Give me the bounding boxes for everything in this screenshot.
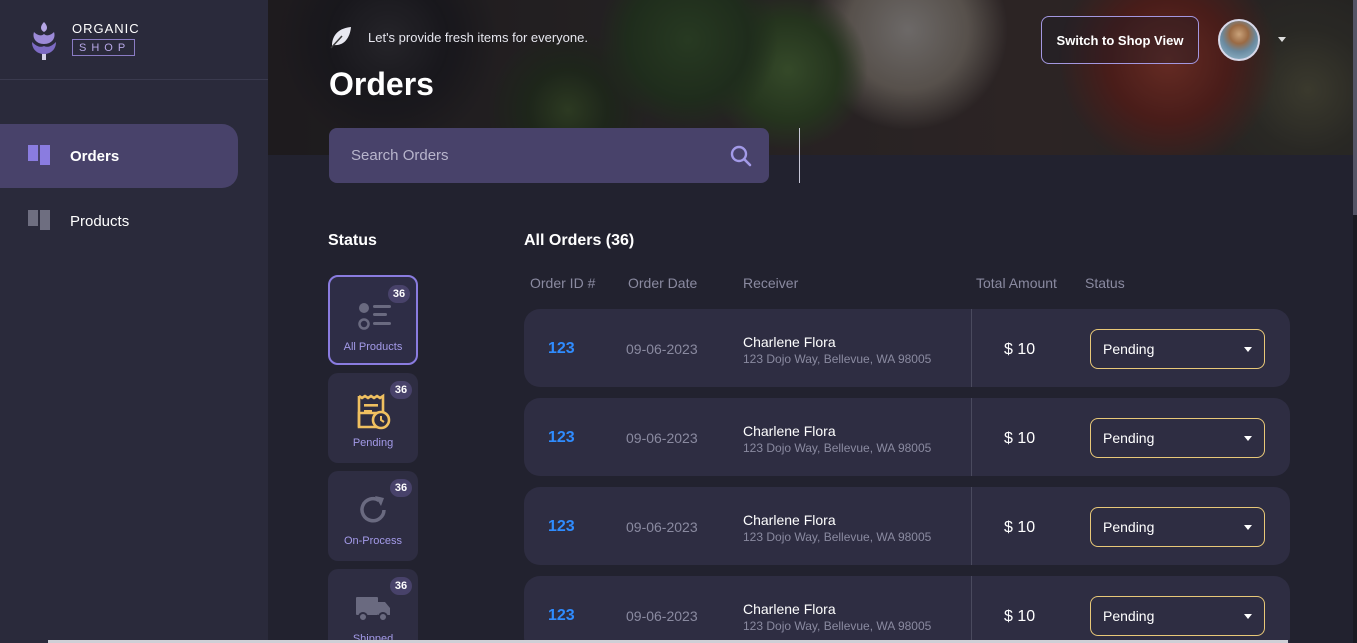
refresh-icon xyxy=(360,496,386,523)
dashboard-grid-icon xyxy=(28,145,50,167)
status-card-pending[interactable]: 36 Pending xyxy=(328,373,418,463)
tagline-text: Let's provide fresh items for everyone. xyxy=(368,29,588,45)
order-row[interactable]: 123 09-06-2023 Charlene Flora 123 Dojo W… xyxy=(524,309,1290,387)
switch-to-shop-view-button[interactable]: Switch to Shop View xyxy=(1041,16,1199,64)
count-badge: 36 xyxy=(390,479,412,497)
order-row[interactable]: 123 09-06-2023 Charlene Flora 123 Dojo W… xyxy=(524,576,1290,643)
list-icon xyxy=(358,303,391,330)
status-dropdown[interactable]: Pending xyxy=(1090,418,1265,458)
count-badge: 36 xyxy=(390,381,412,399)
search-input[interactable] xyxy=(351,147,711,164)
column-header-status: Status xyxy=(1085,275,1125,291)
sidebar-item-label: Orders xyxy=(70,147,120,165)
tagline: Let's provide fresh items for everyone. xyxy=(328,24,588,50)
dashboard-grid-icon xyxy=(28,210,50,232)
order-id-link[interactable]: 123 xyxy=(548,429,575,447)
sidebar-item-orders[interactable]: Orders xyxy=(0,124,238,188)
order-date: 09-06-2023 xyxy=(626,519,698,535)
order-id-link[interactable]: 123 xyxy=(548,518,575,536)
receipt-clock-icon xyxy=(357,393,391,430)
caret-down-icon xyxy=(1244,347,1252,352)
receiver-address: 123 Dojo Way, Bellevue, WA 98005 xyxy=(743,441,932,455)
total-amount: $ 10 xyxy=(1004,341,1036,358)
status-dropdown-value: Pending xyxy=(1103,341,1155,357)
scrollbar-thumb[interactable] xyxy=(1353,0,1357,215)
status-dropdown-value: Pending xyxy=(1103,430,1155,446)
chevron-down-icon[interactable] xyxy=(1278,37,1286,42)
order-date: 09-06-2023 xyxy=(626,608,698,624)
status-dropdown[interactable]: Pending xyxy=(1090,329,1265,369)
order-date: 09-06-2023 xyxy=(626,341,698,357)
total-amount: $ 10 xyxy=(1004,608,1036,625)
row-divider xyxy=(971,398,972,476)
status-heading: Status xyxy=(328,232,377,249)
brand-logo[interactable]: ORGANIC SHOP xyxy=(28,18,140,62)
sidebar: ORGANIC SHOP Orders Products xyxy=(0,0,268,643)
caret-down-icon xyxy=(1244,614,1252,619)
total-amount: $ 10 xyxy=(1004,519,1036,536)
receiver-address: 123 Dojo Way, Bellevue, WA 98005 xyxy=(743,530,932,544)
receiver-name: Charlene Flora xyxy=(743,423,836,439)
status-card-all-products[interactable]: 36 All Products xyxy=(328,275,418,365)
status-card-label: On-Process xyxy=(343,535,403,547)
row-divider xyxy=(971,309,972,387)
sidebar-item-label: Products xyxy=(70,212,130,230)
row-divider xyxy=(971,487,972,565)
column-header-order-date: Order Date xyxy=(628,275,698,291)
column-header-order-id: Order ID # xyxy=(530,275,596,291)
row-divider xyxy=(971,576,972,643)
sidebar-item-products[interactable]: Products xyxy=(0,189,238,253)
column-header-total-amount: Total Amount xyxy=(976,275,1057,291)
column-header-receiver: Receiver xyxy=(743,275,799,291)
status-dropdown-value: Pending xyxy=(1103,608,1155,624)
truck-icon xyxy=(356,597,390,622)
receiver-name: Charlene Flora xyxy=(743,512,836,528)
status-dropdown[interactable]: Pending xyxy=(1090,507,1265,547)
status-dropdown[interactable]: Pending xyxy=(1090,596,1265,636)
order-row[interactable]: 123 09-06-2023 Charlene Flora 123 Dojo W… xyxy=(524,487,1290,565)
orders-heading: All Orders (36) xyxy=(524,232,635,249)
brand-subname: SHOP xyxy=(72,39,136,56)
caret-down-icon xyxy=(1244,525,1252,530)
status-card-label: Pending xyxy=(352,437,394,449)
search-bar xyxy=(329,128,769,183)
leaf-icon xyxy=(330,27,351,49)
order-id-link[interactable]: 123 xyxy=(548,340,575,358)
receiver-address: 123 Dojo Way, Bellevue, WA 98005 xyxy=(743,619,932,633)
order-date: 09-06-2023 xyxy=(626,430,698,446)
status-dropdown-value: Pending xyxy=(1103,519,1155,535)
receiver-name: Charlene Flora xyxy=(743,601,836,617)
order-row[interactable]: 123 09-06-2023 Charlene Flora 123 Dojo W… xyxy=(524,398,1290,476)
receiver-name: Charlene Flora xyxy=(743,334,836,350)
status-card-on-process[interactable]: 36 On-Process xyxy=(328,471,418,561)
caret-down-icon xyxy=(1244,436,1252,441)
search-divider xyxy=(799,128,800,183)
sidebar-divider xyxy=(0,79,268,80)
user-avatar[interactable] xyxy=(1218,19,1260,61)
artichoke-logo-icon xyxy=(32,22,56,60)
brand-name: ORGANIC xyxy=(72,21,140,36)
status-card-shipped[interactable]: 36 Shipped xyxy=(328,569,418,643)
order-id-link[interactable]: 123 xyxy=(548,607,575,625)
total-amount: $ 10 xyxy=(1004,430,1036,447)
status-card-label: All Products xyxy=(343,341,403,353)
receiver-address: 123 Dojo Way, Bellevue, WA 98005 xyxy=(743,352,932,366)
page-title: Orders xyxy=(329,66,434,102)
search-icon[interactable] xyxy=(729,144,753,168)
count-badge: 36 xyxy=(390,577,412,595)
